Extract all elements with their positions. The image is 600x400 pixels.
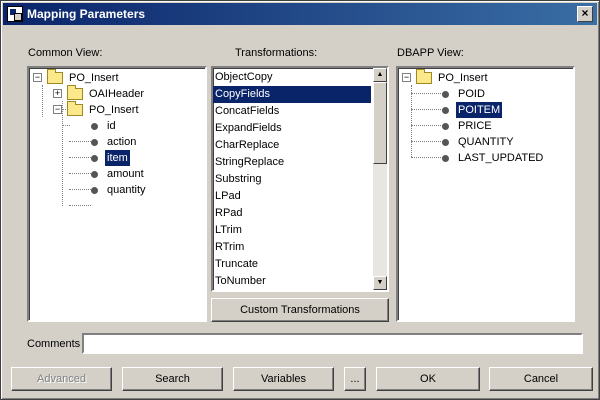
tree-node-label: PO_Insert bbox=[89, 104, 139, 116]
collapse-icon[interactable]: − bbox=[53, 105, 62, 114]
tree-leaf-label: LAST_UPDATED bbox=[458, 152, 544, 164]
field-bullet-icon bbox=[91, 171, 98, 178]
close-button[interactable]: × bbox=[577, 6, 593, 22]
list-item[interactable]: ExpandFields bbox=[213, 120, 371, 137]
list-item[interactable]: LTrim bbox=[213, 222, 371, 239]
mapping-parameters-dialog: Mapping Parameters × Common View: − PO_I… bbox=[0, 0, 600, 400]
collapse-icon[interactable]: − bbox=[402, 73, 411, 82]
common-view-tree[interactable]: − PO_Insert + OAIHeader − PO_Insert id a… bbox=[27, 66, 207, 322]
list-item-selected[interactable]: CopyFields bbox=[213, 86, 371, 103]
field-bullet-icon bbox=[442, 107, 449, 114]
tree-leaf-label: PRICE bbox=[458, 120, 492, 132]
search-button[interactable]: Search bbox=[122, 367, 223, 391]
arrow-down-icon: ▼ bbox=[376, 279, 384, 286]
app-icon bbox=[7, 6, 23, 22]
list-item[interactable]: LPad bbox=[213, 188, 371, 205]
title-bar[interactable]: Mapping Parameters × bbox=[3, 3, 597, 25]
folder-icon bbox=[47, 69, 63, 84]
tree-leaf-label: action bbox=[107, 136, 137, 148]
list-item[interactable]: CharReplace bbox=[213, 137, 371, 154]
tree-leaf-label: id bbox=[107, 120, 116, 132]
comments-field[interactable] bbox=[82, 333, 583, 354]
close-icon: × bbox=[581, 6, 589, 20]
tree-leaf-label: amount bbox=[107, 168, 144, 180]
folder-icon bbox=[67, 85, 83, 100]
tree-node-label: PO_Insert bbox=[438, 72, 488, 84]
window-title: Mapping Parameters bbox=[27, 7, 146, 21]
custom-transformations-button[interactable]: Custom Transformations bbox=[211, 298, 389, 322]
advanced-button[interactable]: Advanced bbox=[11, 367, 112, 391]
list-item[interactable]: Truncate bbox=[213, 256, 371, 273]
ok-button[interactable]: OK bbox=[376, 367, 480, 391]
browse-button[interactable]: ... bbox=[344, 367, 366, 391]
field-bullet-icon bbox=[442, 155, 449, 162]
list-item[interactable]: StringReplace bbox=[213, 154, 371, 171]
tree-node-label: OAIHeader bbox=[89, 88, 145, 100]
variables-button[interactable]: Variables bbox=[233, 367, 334, 391]
comments-label: Comments bbox=[27, 338, 81, 350]
tree-leaf-label: QUANTITY bbox=[458, 136, 514, 148]
field-bullet-icon bbox=[91, 187, 98, 194]
scroll-down-button[interactable]: ▼ bbox=[373, 276, 387, 290]
transformations-scrollbar[interactable]: ▲ ▼ bbox=[373, 68, 387, 290]
list-item[interactable]: ToNumber bbox=[213, 273, 371, 290]
list-item[interactable]: ConcatFields bbox=[213, 103, 371, 120]
dbapp-view-tree[interactable]: − PO_Insert POID POITEM PRICE QUANTITY L… bbox=[396, 66, 575, 322]
tree-leaf-label-selected: item bbox=[105, 150, 130, 166]
folder-icon bbox=[67, 101, 83, 116]
list-item[interactable]: Substring bbox=[213, 171, 371, 188]
field-bullet-icon bbox=[442, 123, 449, 130]
field-bullet-icon bbox=[442, 91, 449, 98]
transformations-label: Transformations: bbox=[235, 47, 318, 59]
list-item[interactable]: RTrim bbox=[213, 239, 371, 256]
expand-icon[interactable]: + bbox=[53, 89, 62, 98]
arrow-up-icon: ▲ bbox=[376, 71, 384, 78]
common-view-label: Common View: bbox=[28, 47, 103, 59]
collapse-icon[interactable]: − bbox=[33, 73, 42, 82]
field-bullet-icon bbox=[91, 123, 98, 130]
scroll-thumb[interactable] bbox=[373, 82, 387, 164]
dbapp-view-label: DBAPP View: bbox=[397, 47, 464, 59]
field-bullet-icon bbox=[91, 155, 98, 162]
field-bullet-icon bbox=[91, 139, 98, 146]
list-item[interactable]: RPad bbox=[213, 205, 371, 222]
cancel-button[interactable]: Cancel bbox=[489, 367, 593, 391]
folder-icon bbox=[416, 69, 432, 84]
tree-node-label: PO_Insert bbox=[69, 72, 119, 84]
tree-leaf-label-selected: POITEM bbox=[456, 102, 503, 118]
tree-leaf-label: POID bbox=[458, 88, 485, 100]
list-item[interactable]: ObjectCopy bbox=[213, 69, 371, 86]
field-bullet-icon bbox=[442, 139, 449, 146]
transformations-list[interactable]: ObjectCopy CopyFields ConcatFields Expan… bbox=[211, 66, 389, 292]
scroll-up-button[interactable]: ▲ bbox=[373, 68, 387, 82]
tree-leaf-label: quantity bbox=[107, 184, 146, 196]
